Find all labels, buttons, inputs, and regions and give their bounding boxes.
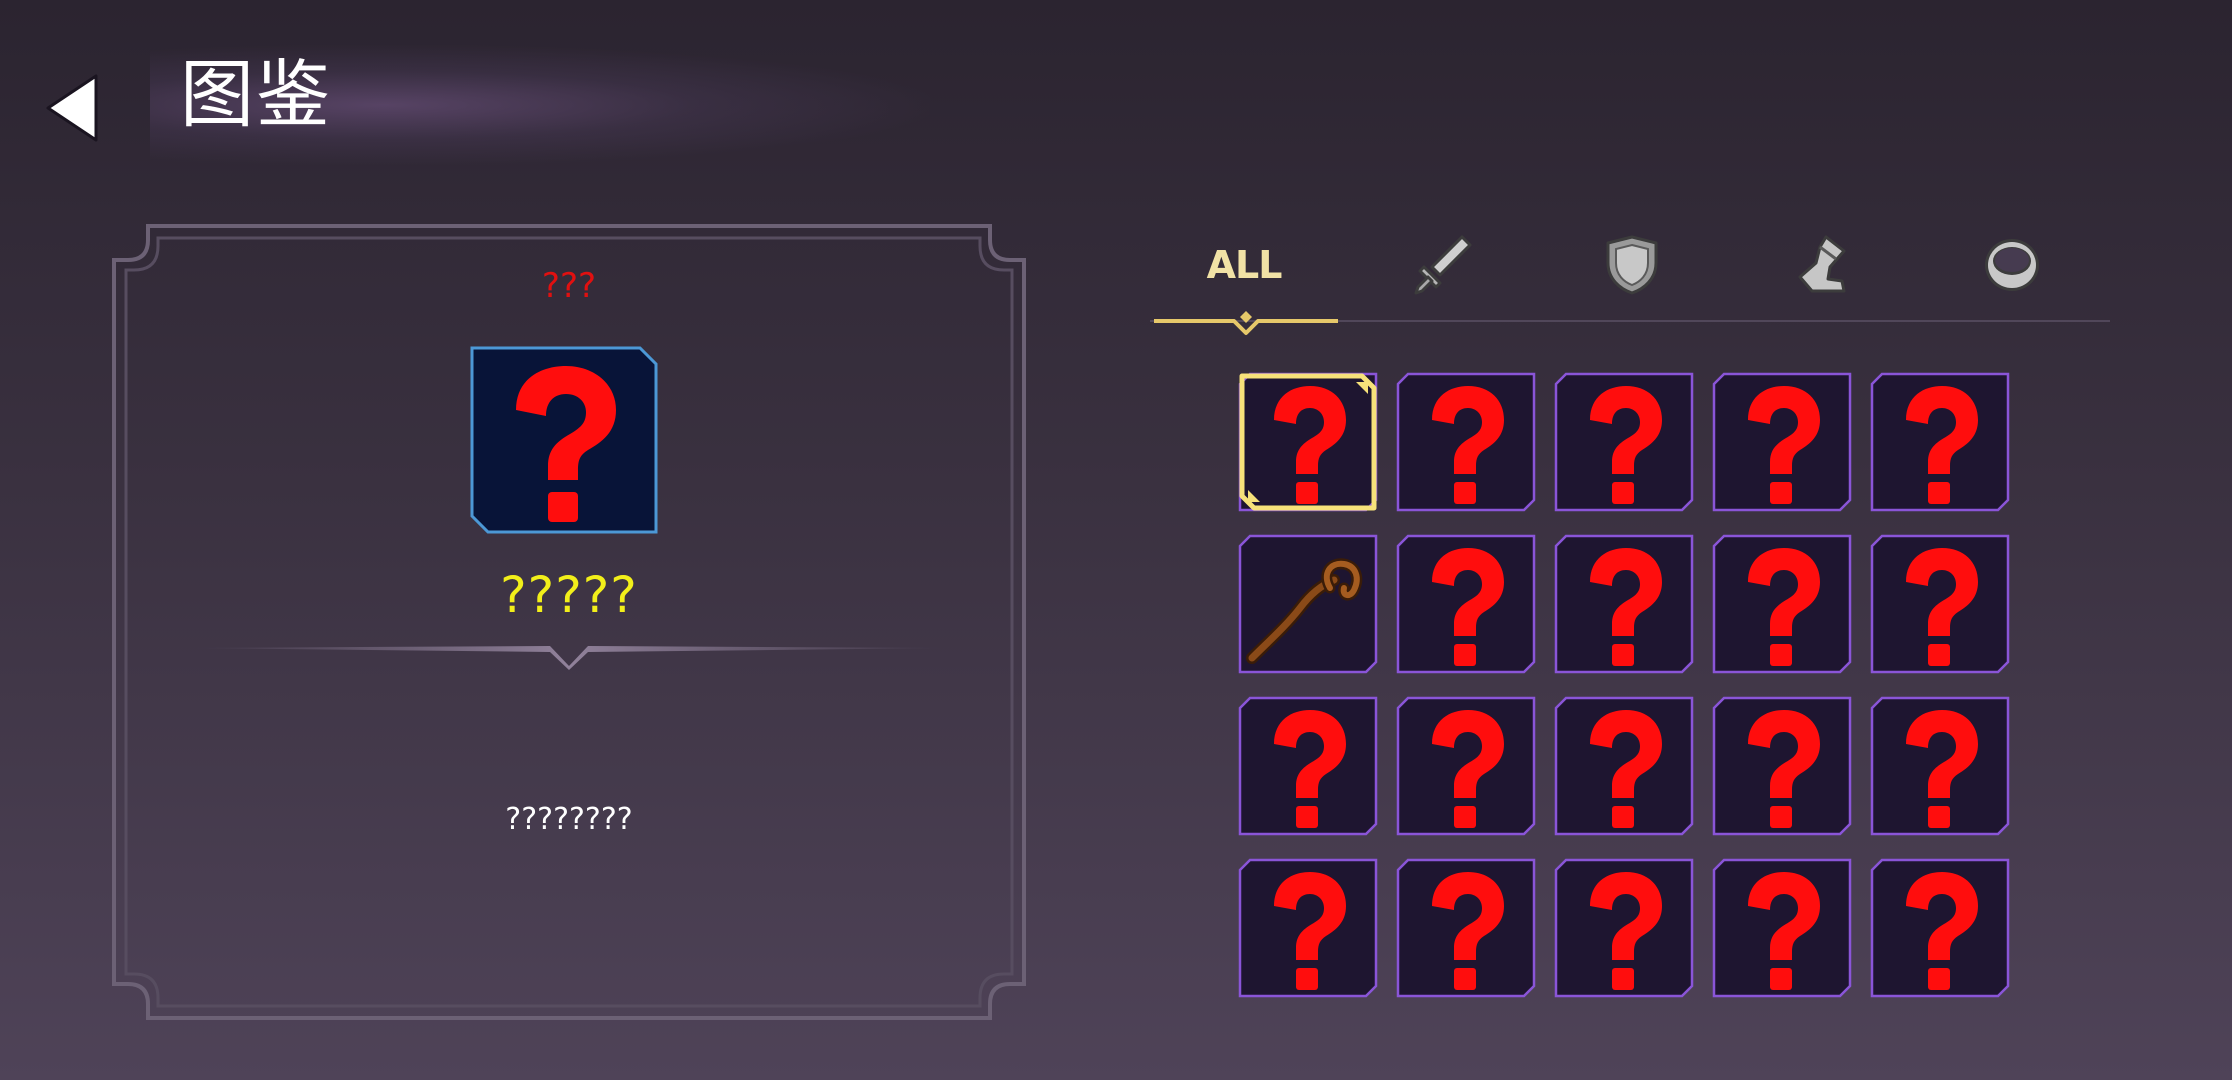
tab-all-label: ALL <box>1206 243 1283 287</box>
grid-item[interactable] <box>1554 372 1694 512</box>
item-detail-panel: ??? ????? ???????? <box>108 220 1030 1024</box>
boot-icon <box>1798 235 1846 293</box>
tab-boots[interactable] <box>1762 225 1882 305</box>
item-grid <box>1238 372 2010 1002</box>
back-button[interactable] <box>38 70 108 146</box>
page-title: 图鉴 <box>180 52 332 138</box>
tab-weapon[interactable] <box>1382 225 1502 305</box>
grid-item[interactable] <box>1870 858 2010 998</box>
item-description: ???????? <box>505 802 633 837</box>
grid-item[interactable] <box>1712 696 1852 836</box>
item-name: ????? <box>500 566 638 624</box>
sword-icon <box>1414 235 1472 295</box>
item-rarity: ??? <box>541 266 597 306</box>
tab-armor[interactable] <box>1572 225 1692 305</box>
ring-icon <box>1985 239 2039 291</box>
grid-item[interactable] <box>1396 696 1536 836</box>
category-tabs: ALL <box>1150 225 2110 355</box>
grid-item[interactable] <box>1396 534 1536 674</box>
grid-item[interactable] <box>1712 372 1852 512</box>
tab-selected-indicator <box>1154 311 1338 335</box>
grid-item[interactable] <box>1554 858 1694 998</box>
tab-ring[interactable] <box>1952 225 2072 305</box>
grid-item[interactable] <box>1870 696 2010 836</box>
grid-item[interactable] <box>1712 858 1852 998</box>
shield-icon <box>1606 235 1658 295</box>
back-arrow-icon <box>46 74 98 142</box>
grid-item[interactable] <box>1712 534 1852 674</box>
grid-item[interactable] <box>1870 534 2010 674</box>
grid-item[interactable] <box>1238 534 1378 674</box>
grid-item[interactable] <box>1870 372 2010 512</box>
detail-divider <box>188 646 950 670</box>
grid-item[interactable] <box>1238 858 1378 998</box>
tab-all[interactable]: ALL <box>1184 225 1304 305</box>
selected-item-icon <box>470 346 658 534</box>
grid-item[interactable] <box>1554 696 1694 836</box>
grid-item[interactable] <box>1396 858 1536 998</box>
grid-item[interactable] <box>1238 696 1378 836</box>
grid-item[interactable] <box>1396 372 1536 512</box>
grid-item[interactable] <box>1238 372 1378 512</box>
grid-item[interactable] <box>1554 534 1694 674</box>
